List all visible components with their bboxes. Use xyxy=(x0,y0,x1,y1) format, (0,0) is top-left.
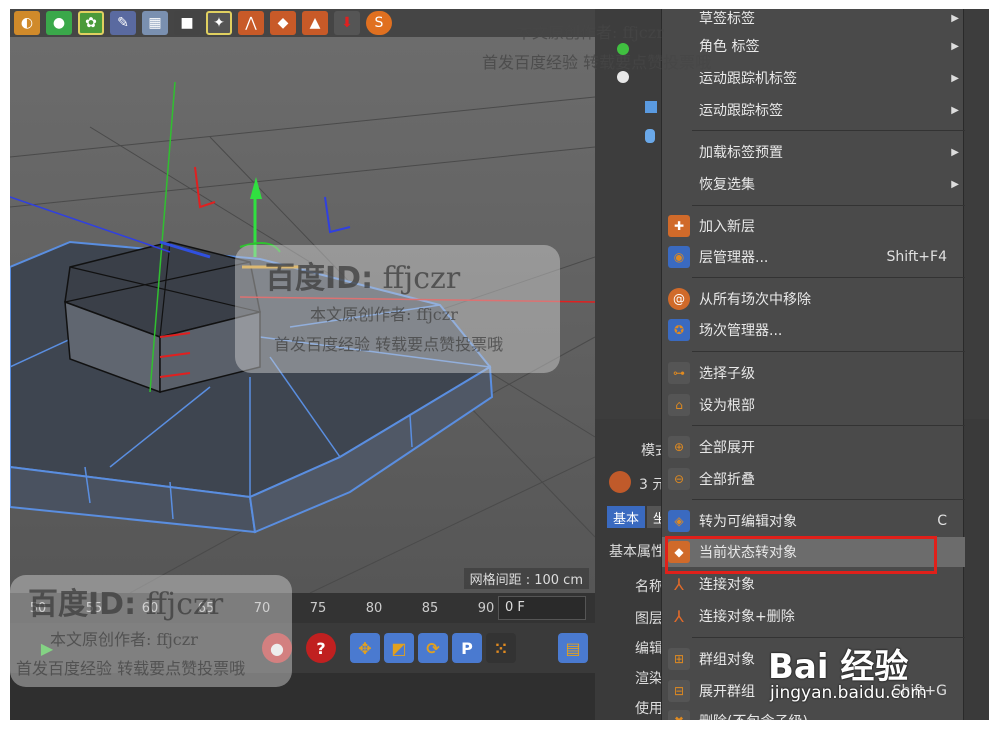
delete-icon: ✖ xyxy=(668,710,690,720)
floor-icon[interactable]: ▦ xyxy=(142,11,168,35)
submenu-arrow-icon: ▶ xyxy=(951,72,959,84)
context-menu: 草签标签 ▶ 角色 标签 ▶ 运动跟踪机标签 ▶ 运动跟踪标签 ▶ 加载标签预置 ▶ 恢复… xyxy=(661,9,965,720)
menu-item-set-as-root[interactable]: ⌂ 设为根部 xyxy=(662,390,965,420)
connect-objects-icon: ⅄ xyxy=(674,574,684,594)
set-root-icon: ⌂ xyxy=(668,394,690,416)
make-editable-icon: ◈ xyxy=(668,510,690,532)
expand-group-icon: ⊟ xyxy=(668,680,690,702)
triangle-icon[interactable]: ▲ xyxy=(302,11,328,35)
render-visibility-label[interactable]: 渲染 xyxy=(635,668,663,688)
take-manager-icon: ✪ xyxy=(668,319,690,341)
watermark-note: 首发百度经验 转载要点赞投票哦 xyxy=(482,53,712,72)
move-tool-icon[interactable]: ✥ xyxy=(350,633,380,663)
baidu-jingyan-logo: Bai 经验 xyxy=(768,647,909,687)
menu-item-make-editable[interactable]: ◈ 转为可编辑对象 C xyxy=(662,506,965,536)
arrow-down-icon[interactable]: ⬇ xyxy=(334,11,360,35)
bend-icon[interactable]: ⋀ xyxy=(238,11,264,35)
grid-spacing-label: 网格间距 : 100 cm xyxy=(463,568,589,589)
help-icon[interactable]: ? xyxy=(306,633,336,663)
cloner-icon[interactable]: ✿ xyxy=(78,11,104,35)
c4d-window: ◐ ● ✿ ✎ ▦ ■ ✦ ⋀ ◆ ▲ ⬇ S 网格间距: 100 cm 50… xyxy=(10,9,989,720)
timeline-tick: 75 xyxy=(309,600,327,616)
menu-item-expand-all[interactable]: ⊕ 全部展开 xyxy=(662,432,965,462)
submenu-arrow-icon: ▶ xyxy=(951,40,959,52)
watermark-note: 首发百度经验 转载要点赞投票哦 xyxy=(274,335,504,354)
watermark-id: 百度ID: ffjczr xyxy=(28,587,224,622)
menu-separator xyxy=(692,425,965,426)
rotate-tool-icon[interactable]: ⟳ xyxy=(418,633,448,663)
param-icon[interactable]: P xyxy=(452,633,482,663)
timeline-tick: 80 xyxy=(365,600,383,616)
group-objects-icon: ⊞ xyxy=(668,648,690,670)
menu-item-load-tag-preset[interactable]: 加载标签预置 ▶ xyxy=(662,137,965,167)
basic-props-header: 基本属性 xyxy=(609,544,665,560)
layer-label: 图层 xyxy=(635,611,663,627)
menu-item-restore-selection[interactable]: 恢复选集 ▶ xyxy=(662,169,965,199)
object-icon xyxy=(609,471,631,493)
menu-item-delete-no-children[interactable]: ✖删除(不包含子级) xyxy=(662,706,965,720)
menu-separator xyxy=(692,351,965,352)
watermark-author: 本文原创作者: ffjczr xyxy=(50,630,198,649)
watermark-note: 首发百度经验 转载要点赞投票哦 xyxy=(16,659,246,678)
menu-item-layer-manager[interactable]: ◉ 层管理器... Shift+F4 xyxy=(662,242,965,272)
tab-basic[interactable]: 基本 xyxy=(607,506,646,528)
menu-separator xyxy=(692,205,965,206)
add-layer-icon: ✚ xyxy=(668,215,690,237)
menu-separator xyxy=(692,130,965,131)
menu-item-motion-tracking-tags[interactable]: 运动跟踪标签 ▶ xyxy=(662,95,965,125)
menu-separator xyxy=(692,277,965,278)
name-label: 名称 xyxy=(635,579,663,595)
submenu-arrow-icon: ▶ xyxy=(951,104,959,116)
select-children-icon: ⊶ xyxy=(668,362,690,384)
scale-tool-icon[interactable]: ◩ xyxy=(384,633,414,663)
smooth-icon[interactable]: ◐ xyxy=(14,11,40,35)
submenu-arrow-icon: ▶ xyxy=(951,12,959,24)
sketch-icon[interactable]: S xyxy=(366,11,392,35)
timeline-tick: 85 xyxy=(421,600,439,616)
menu-item-collapse-all[interactable]: ⊖ 全部折叠 xyxy=(662,464,965,494)
expand-all-icon: ⊕ xyxy=(668,436,690,458)
null-object-icon[interactable] xyxy=(645,101,657,113)
sphere-icon[interactable]: ● xyxy=(46,11,72,35)
baidu-jingyan-url: jingyan.baidu.com xyxy=(770,683,927,703)
camera-icon[interactable]: ■ xyxy=(174,11,200,35)
light-icon[interactable]: ✦ xyxy=(206,11,232,35)
connect-delete-icon: ⅄ xyxy=(674,606,684,626)
menu-separator xyxy=(692,499,965,500)
watermark-author: 本文原创作者: ffjczr xyxy=(516,23,664,42)
submenu-arrow-icon: ▶ xyxy=(951,146,959,158)
current-frame-field[interactable]: 0 F xyxy=(498,596,586,620)
menu-item-select-children[interactable]: ⊶ 选择子级 xyxy=(662,358,965,388)
editor-visibility-label[interactable]: 编辑 xyxy=(635,638,663,658)
submenu-arrow-icon: ▶ xyxy=(951,178,959,190)
menu-item-take-manager[interactable]: ✪ 场次管理器... xyxy=(662,315,965,345)
film-icon[interactable]: ▤ xyxy=(558,633,588,663)
deformer-icon[interactable]: ◆ xyxy=(270,11,296,35)
remove-take-icon: @ xyxy=(668,288,690,310)
layer-manager-icon: ◉ xyxy=(668,246,690,268)
menu-item-add-new-layer[interactable]: ✚ 加入新层 xyxy=(662,211,965,241)
menu-item-sketch-tags[interactable]: 草签标签 ▶ xyxy=(662,9,965,33)
highlight-annotation-box xyxy=(665,536,937,574)
spline-pen-icon[interactable]: ✎ xyxy=(110,11,136,35)
watermark-author: 本文原创作者: ffjczr xyxy=(310,305,458,324)
use-color-label[interactable]: 使用 xyxy=(635,698,663,718)
menu-item-remove-from-takes[interactable]: @ 从所有场次中移除 xyxy=(662,284,965,314)
grid-dots-icon[interactable]: ⁙ xyxy=(486,633,516,663)
collapse-all-icon: ⊖ xyxy=(668,468,690,490)
menu-separator xyxy=(692,637,965,638)
cylinder-object-icon[interactable] xyxy=(645,129,655,143)
watermark-id: 百度ID: ffjczr xyxy=(265,261,461,296)
menu-item-connect-objects-delete[interactable]: ⅄ 连接对象+删除 xyxy=(662,601,965,631)
